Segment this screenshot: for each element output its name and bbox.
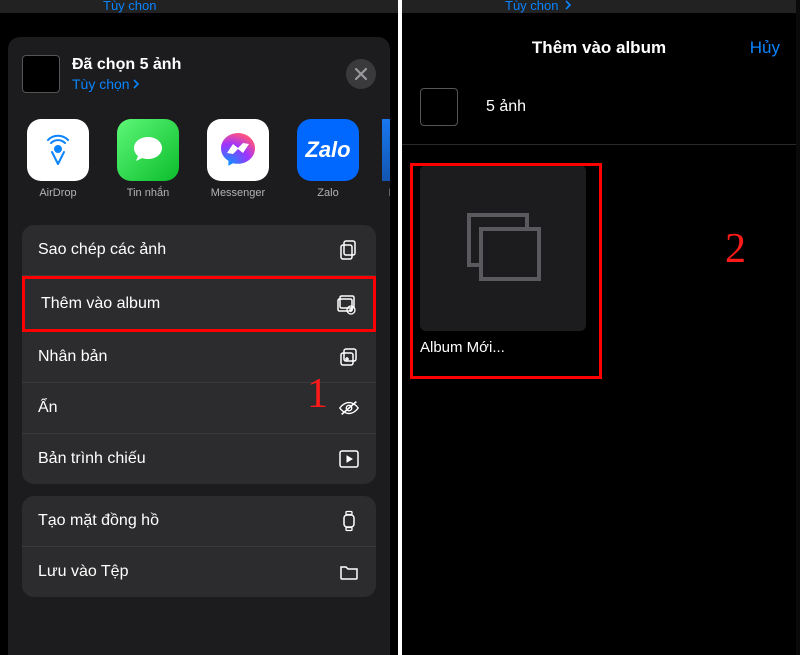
app-messages[interactable]: Tin nhắn	[112, 119, 184, 199]
share-header: Đã chọn 5 ảnh Tùy chọn	[8, 49, 390, 107]
messenger-icon	[207, 119, 269, 181]
app-label: AirDrop	[39, 187, 76, 199]
action-label: Sao chép các ảnh	[38, 241, 166, 259]
action-slideshow[interactable]: Bản trình chiếu	[22, 434, 376, 484]
selected-thumbnail	[420, 88, 458, 126]
app-label: F	[389, 187, 390, 199]
action-label: Nhân bản	[38, 348, 107, 366]
action-label: Tạo mặt đồng hồ	[38, 512, 159, 530]
album-add-icon	[335, 293, 357, 315]
options-peek-label: Tùy chon	[505, 0, 558, 13]
share-app-row: AirDrop Tin nhắn Messenger Zalo Zalo	[8, 107, 390, 211]
action-save-to-files[interactable]: Lưu vào Tệp	[22, 547, 376, 597]
selection-detail-row: 5 ảnh	[402, 70, 796, 145]
options-link[interactable]: Tùy chọn	[72, 76, 346, 92]
action-create-watchface[interactable]: Tạo mặt đồng hồ	[22, 496, 376, 547]
watch-icon	[338, 510, 360, 532]
close-icon	[354, 67, 368, 81]
app-label: Tin nhắn	[127, 187, 169, 199]
share-sheet: Đã chọn 5 ảnh Tùy chọn AirDrop	[8, 37, 390, 655]
app-label: Zalo	[317, 187, 338, 199]
chevron-right-icon	[132, 79, 140, 89]
airdrop-icon	[27, 119, 89, 181]
nav-header: Thêm vào album Hủy	[402, 26, 796, 70]
folder-icon	[338, 561, 360, 583]
action-label: Ẩn	[38, 399, 58, 417]
action-copy-photos[interactable]: Sao chép các ảnh	[22, 225, 376, 276]
messages-icon	[117, 119, 179, 181]
zalo-icon: Zalo	[297, 119, 359, 181]
add-to-album-panel: Tùy chon Thêm vào album Hủy 5 ảnh Album …	[402, 0, 796, 655]
action-label: Bản trình chiếu	[38, 450, 146, 468]
share-sheet-panel: Tùy chon Đã chọn 5 ảnh Tùy chọn AirDrop	[0, 0, 402, 655]
play-icon	[338, 448, 360, 470]
app-messenger[interactable]: Messenger	[202, 119, 274, 199]
facebook-icon	[382, 119, 390, 181]
new-album-card[interactable]: Album Mới...	[420, 165, 586, 356]
action-label: Thêm vào album	[41, 295, 160, 313]
hide-icon	[338, 397, 360, 419]
annotation-marker-1: 1	[307, 370, 328, 418]
nav-title: Thêm vào album	[532, 38, 666, 58]
options-peek: Tùy chon	[103, 0, 156, 13]
selected-thumbnail	[22, 55, 60, 93]
album-label: Album Mới...	[420, 339, 586, 356]
selection-count: 5 ảnh	[486, 98, 526, 116]
app-facebook[interactable]: F	[382, 119, 390, 199]
app-airdrop[interactable]: AirDrop	[22, 119, 94, 199]
annotation-marker-2: 2	[725, 225, 746, 273]
duplicate-icon	[338, 346, 360, 368]
action-label: Lưu vào Tệp	[38, 563, 128, 581]
chevron-right-icon	[564, 0, 572, 10]
stacked-squares-icon	[457, 207, 549, 289]
top-strip: Tùy chon	[402, 0, 796, 13]
close-button[interactable]	[346, 59, 376, 89]
options-peek: Tùy chon	[505, 0, 572, 13]
action-add-to-album[interactable]: Thêm vào album	[22, 276, 376, 332]
copy-icon	[338, 239, 360, 261]
app-zalo[interactable]: Zalo Zalo	[292, 119, 364, 199]
action-list-2: Tạo mặt đồng hồ Lưu vào Tệp	[22, 496, 376, 597]
app-label: Messenger	[211, 187, 265, 199]
top-strip: Tùy chon	[0, 0, 398, 13]
new-album-tile	[420, 165, 586, 331]
options-label: Tùy chọn	[72, 76, 130, 92]
share-title: Đã chọn 5 ảnh	[72, 56, 346, 74]
action-list-1: Sao chép các ảnh Thêm vào album Nhân bản…	[22, 225, 376, 484]
cancel-button[interactable]: Hủy	[750, 38, 780, 58]
